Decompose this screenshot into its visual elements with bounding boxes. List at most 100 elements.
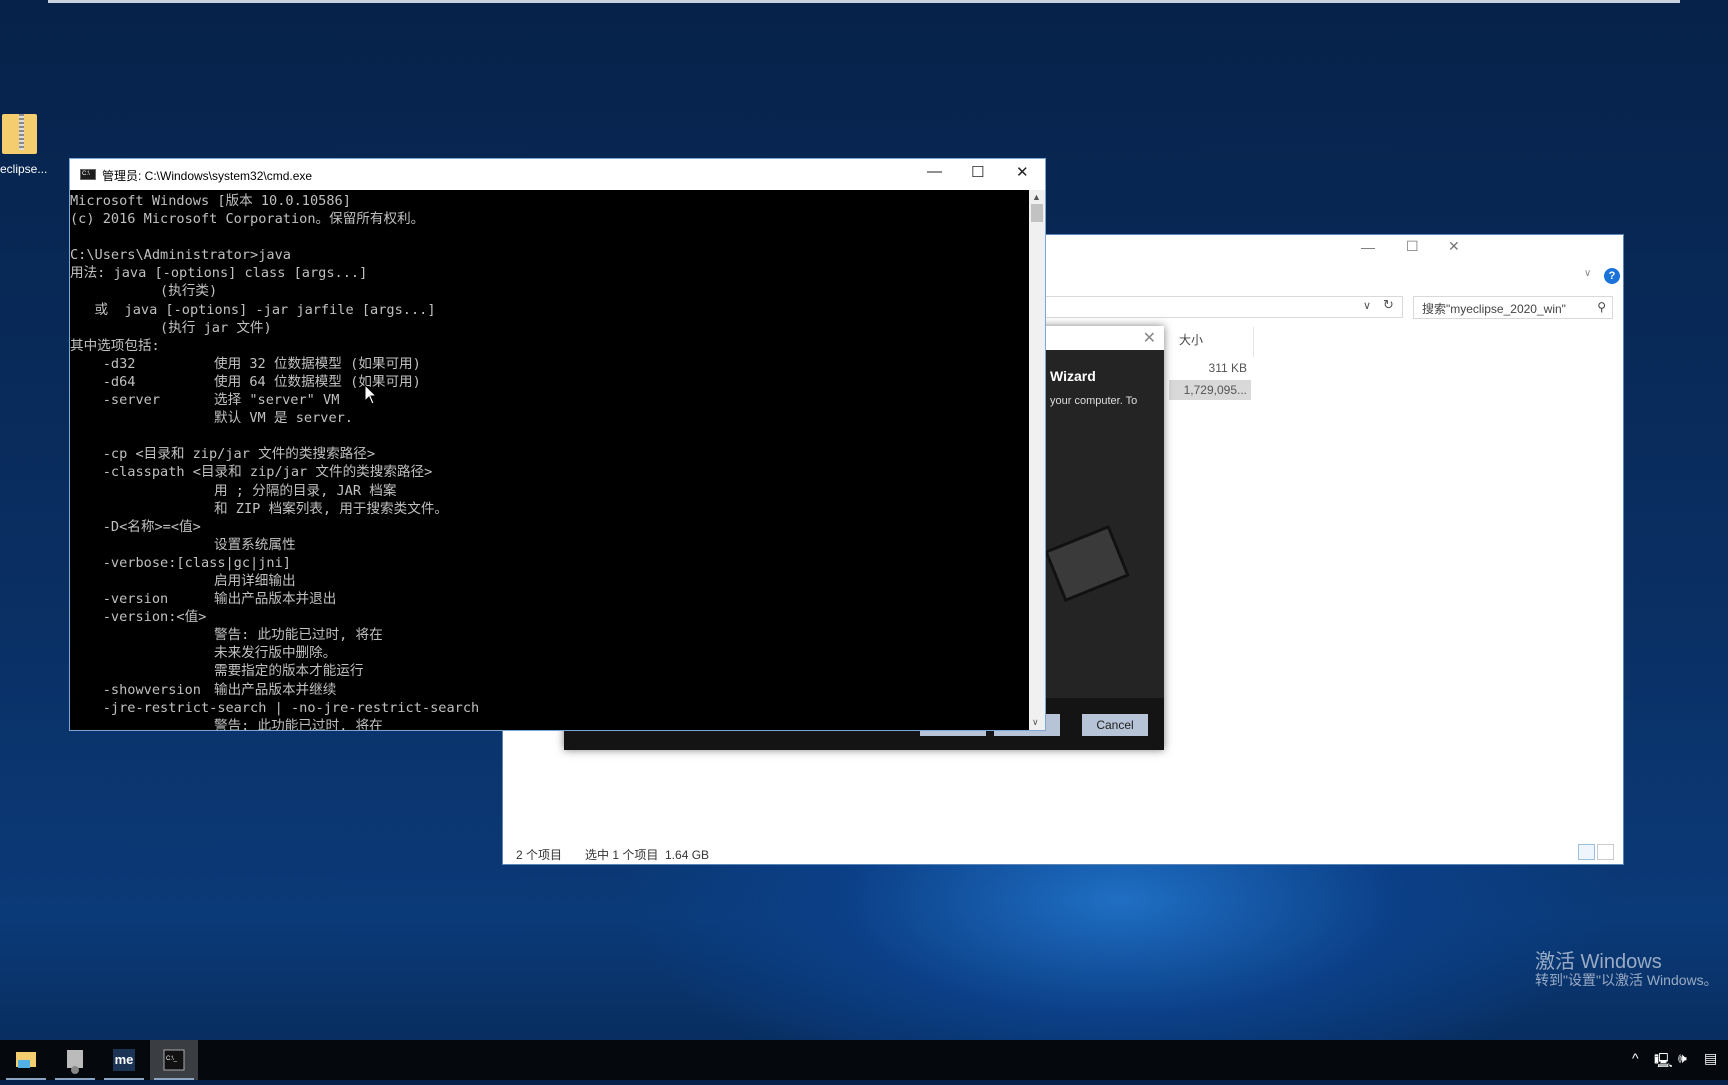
console-line: 用法: java [-options] class [args...]: [70, 264, 1030, 282]
console-text: -classpath <目录和 zip/jar 文件的类搜索路径>: [70, 464, 433, 481]
column-header-size[interactable]: 大小: [1179, 331, 1203, 348]
svg-text:C:\_: C:\_: [166, 1056, 178, 1062]
details-view-icon[interactable]: [1578, 844, 1595, 860]
console-text: (执行 jar 文件): [70, 319, 272, 336]
console-option-description: 使用 64 位数据模型 (如果可用): [214, 373, 421, 390]
refresh-icon[interactable]: ↻: [1383, 297, 1394, 313]
minimize-button[interactable]: —: [927, 163, 942, 180]
console-line: Microsoft Windows [版本 10.0.10586]: [70, 192, 1030, 210]
scroll-down-icon[interactable]: ∨: [1032, 717, 1039, 728]
help-icon[interactable]: ?: [1604, 268, 1620, 284]
console-option-description: 警告: 此功能已过时, 将在: [214, 627, 383, 644]
taskbar-installer[interactable]: [51, 1040, 99, 1080]
desktop-icon-myeclipse-zip[interactable]: eclipse...: [0, 110, 60, 190]
zip-folder-icon: [2, 114, 37, 154]
console-line: 需要指定的版本才能运行: [70, 662, 1030, 680]
search-icon[interactable]: ⚲: [1597, 300, 1606, 314]
window-edge: [48, 0, 1680, 3]
console-text: Microsoft Windows [版本 10.0.10586]: [70, 193, 351, 209]
tablet-illustration: [1044, 524, 1130, 603]
cmd-titlebar[interactable]: C:\ 管理员: C:\Windows\system32\cmd.exe — ☐…: [70, 159, 1045, 190]
network-icon[interactable]: 🖳: [1654, 1050, 1673, 1074]
console-line: 启用详细输出: [70, 572, 1030, 590]
console-line: (执行类): [70, 282, 1030, 300]
ribbon-expand-chevron-icon[interactable]: ∨: [1584, 268, 1591, 279]
installer-icon: [67, 1050, 83, 1074]
cmd-window: C:\ 管理员: C:\Windows\system32\cmd.exe — ☐…: [69, 158, 1046, 731]
maximize-button[interactable]: ☐: [1406, 238, 1419, 255]
cmd-icon: C:\_: [163, 1049, 185, 1071]
myeclipse-icon: me: [113, 1049, 135, 1071]
console-option-description: 使用 32 位数据模型 (如果可用): [214, 355, 421, 372]
console-text: -D<名称>=<值>: [70, 518, 201, 535]
console-line: 用 ; 分隔的目录, JAR 档案: [70, 482, 1030, 500]
search-input[interactable]: 搜索"myeclipse_2020_win" ⚲: [1413, 296, 1613, 319]
taskbar: me C:\_ ^ 🖳 🕪 ▤: [0, 1040, 1728, 1080]
console-line: -d64 使用 64 位数据模型 (如果可用): [70, 373, 1030, 391]
console-line: 设置系统属性: [70, 536, 1030, 554]
console-line: -version 输出产品版本并退出: [70, 590, 1030, 608]
close-button[interactable]: ✕: [1448, 238, 1460, 255]
console-option-description: 默认 VM 是 server.: [214, 410, 353, 427]
console-text: -version:<值>: [70, 609, 207, 626]
scrollbar-thumb[interactable]: [1031, 204, 1043, 222]
console-line: -verbose:[class|gc|jni]: [70, 554, 1030, 572]
scrollbar[interactable]: ▲ ∨: [1029, 190, 1045, 730]
file-size-cell[interactable]: 1,729,095...: [1169, 383, 1247, 397]
console-text: -d32: [70, 355, 136, 372]
minimize-button[interactable]: —: [1361, 239, 1375, 255]
console-text: -cp <目录和 zip/jar 文件的类搜索路径>: [70, 446, 376, 463]
console-text: 用法: java [-options] class [args...]: [70, 265, 368, 282]
console-text: -server: [70, 392, 161, 409]
console-option-description: 需要指定的版本才能运行: [214, 663, 364, 680]
console-line: 和 ZIP 档案列表, 用于搜索类文件。: [70, 500, 1030, 518]
console-output[interactable]: Microsoft Windows [版本 10.0.10586] (c) 201…: [70, 190, 1030, 730]
installer-heading: Wizard: [1050, 368, 1096, 384]
console-text: -jre-restrict-search | -no-jre-restrict-…: [70, 699, 480, 716]
large-icons-view-icon[interactable]: [1597, 844, 1614, 860]
console-option-description: 输出产品版本并继续: [214, 681, 337, 698]
console-line: C:\Users\Administrator>java: [70, 246, 1030, 264]
console-text: -showversion: [70, 681, 201, 698]
installer-description: your computer. To: [1050, 395, 1138, 407]
console-text: -version: [70, 591, 169, 608]
console-line: -server 选择 "server" VM: [70, 391, 1030, 409]
console-text: -verbose:[class|gc|jni]: [70, 554, 291, 571]
cancel-button[interactable]: Cancel: [1082, 714, 1148, 736]
console-text: -d64: [70, 373, 136, 390]
console-text: C:\Users\Administrator>java: [70, 247, 291, 264]
cmd-icon: C:\: [80, 169, 96, 180]
close-button[interactable]: ✕: [1016, 163, 1029, 181]
status-item-count: 2 个项目: [516, 848, 563, 862]
cmd-title: 管理员: C:\Windows\system32\cmd.exe: [102, 169, 313, 183]
console-line: 其中选项包括:: [70, 337, 1030, 355]
action-center-icon[interactable]: ▤: [1704, 1050, 1717, 1067]
console-line: 警告: 此功能已过时, 将在: [70, 717, 1030, 730]
scroll-up-icon[interactable]: ▲: [1032, 192, 1041, 202]
console-line: -showversion 输出产品版本并继续: [70, 681, 1030, 699]
console-line: 警告: 此功能已过时, 将在: [70, 626, 1030, 644]
file-size-cell[interactable]: 311 KB: [1171, 361, 1247, 375]
address-dropdown-icon[interactable]: ∨: [1363, 299, 1371, 312]
console-line: -version:<值>: [70, 608, 1030, 626]
console-line: (执行 jar 文件): [70, 319, 1030, 337]
console-option-description: 警告: 此功能已过时, 将在: [214, 717, 383, 730]
close-icon[interactable]: ✕: [1143, 328, 1156, 348]
maximize-button[interactable]: ☐: [971, 163, 984, 181]
console-line: -jre-restrict-search | -no-jre-restrict-…: [70, 699, 1030, 717]
show-hidden-icons-chevron-icon[interactable]: ^: [1632, 1050, 1639, 1066]
console-option-description: 设置系统属性: [214, 536, 296, 553]
console-line: -cp <目录和 zip/jar 文件的类搜索路径>: [70, 445, 1030, 463]
folder-icon: [16, 1052, 36, 1068]
console-text: (c) 2016 Microsoft Corporation。保留所有权利。: [70, 211, 425, 228]
column-divider[interactable]: [1253, 327, 1254, 357]
console-line: (c) 2016 Microsoft Corporation。保留所有权利。: [70, 210, 1030, 228]
console-line: -D<名称>=<值>: [70, 518, 1030, 536]
taskbar-cmd[interactable]: C:\_: [150, 1040, 198, 1080]
console-text: 其中选项包括:: [70, 337, 160, 354]
taskbar-file-explorer[interactable]: [2, 1040, 50, 1080]
taskbar-myeclipse[interactable]: me: [100, 1040, 148, 1080]
volume-icon[interactable]: 🕪: [1678, 1050, 1687, 1067]
